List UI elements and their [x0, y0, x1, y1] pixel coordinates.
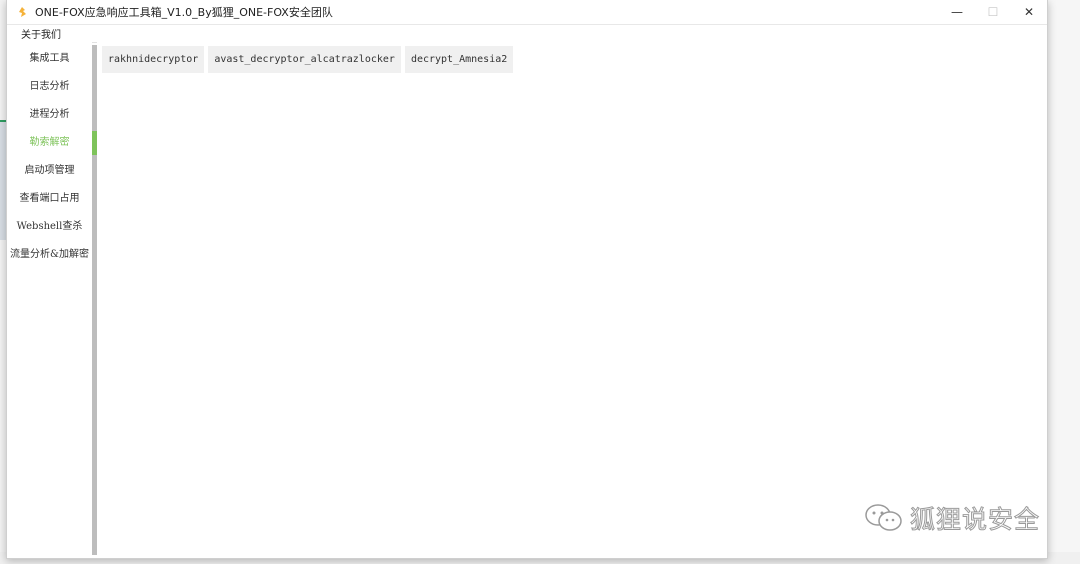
wechat-icon: [865, 504, 902, 531]
sidebar-item-integrated-tools[interactable]: 集成工具: [7, 45, 92, 73]
main-area: 集成工具 日志分析 进程分析 勒索解密 启动项管理 查看端口占用 Webshel…: [7, 42, 1047, 558]
window-controls: — ☐ ✕: [939, 0, 1047, 24]
title-bar: ONE-FOX应急响应工具箱_V1.0_By狐狸_ONE-FOX安全团队 — ☐…: [7, 0, 1047, 25]
watermark: 狐狸说安全: [862, 500, 1040, 536]
fox-app-icon: [15, 5, 29, 19]
tool-button-decrypt-amnesia2[interactable]: decrypt_Amnesia2: [404, 46, 514, 73]
tool-button-avast-decryptor-alcatrazlocker[interactable]: avast_decryptor_alcatrazlocker: [208, 46, 401, 73]
tool-panel: rakhnidecryptor avast_decryptor_alcatraz…: [97, 42, 1047, 558]
close-button[interactable]: ✕: [1011, 0, 1047, 24]
sidebar: 集成工具 日志分析 进程分析 勒索解密 启动项管理 查看端口占用 Webshel…: [7, 42, 92, 558]
sidebar-item-port-usage[interactable]: 查看端口占用: [7, 185, 92, 213]
sidebar-item-log-analysis[interactable]: 日志分析: [7, 73, 92, 101]
sidebar-item-webshell-scan[interactable]: Webshell查杀: [7, 213, 92, 241]
tool-list: rakhnidecryptor avast_decryptor_alcatraz…: [102, 46, 1047, 73]
sidebar-item-startup-management[interactable]: 启动项管理: [7, 157, 92, 185]
tool-button-rakhnidecryptor[interactable]: rakhnidecryptor: [102, 46, 205, 73]
watermark-text: 狐狸说安全: [909, 505, 1041, 535]
app-window: ONE-FOX应急响应工具箱_V1.0_By狐狸_ONE-FOX安全团队 — ☐…: [6, 0, 1048, 559]
window-title: ONE-FOX应急响应工具箱_V1.0_By狐狸_ONE-FOX安全团队: [35, 6, 333, 19]
menu-item-about[interactable]: 关于我们: [21, 26, 61, 41]
maximize-button[interactable]: ☐: [975, 0, 1011, 24]
sidebar-item-traffic-crypto[interactable]: 流量分析&加解密: [7, 241, 92, 269]
background-desktop-right: [1044, 0, 1080, 564]
sidebar-item-ransomware-decrypt[interactable]: 勒索解密: [7, 129, 92, 157]
menu-bar: 关于我们: [7, 25, 1047, 43]
sidebar-item-process-analysis[interactable]: 进程分析: [7, 101, 92, 129]
minimize-button[interactable]: —: [939, 0, 975, 24]
